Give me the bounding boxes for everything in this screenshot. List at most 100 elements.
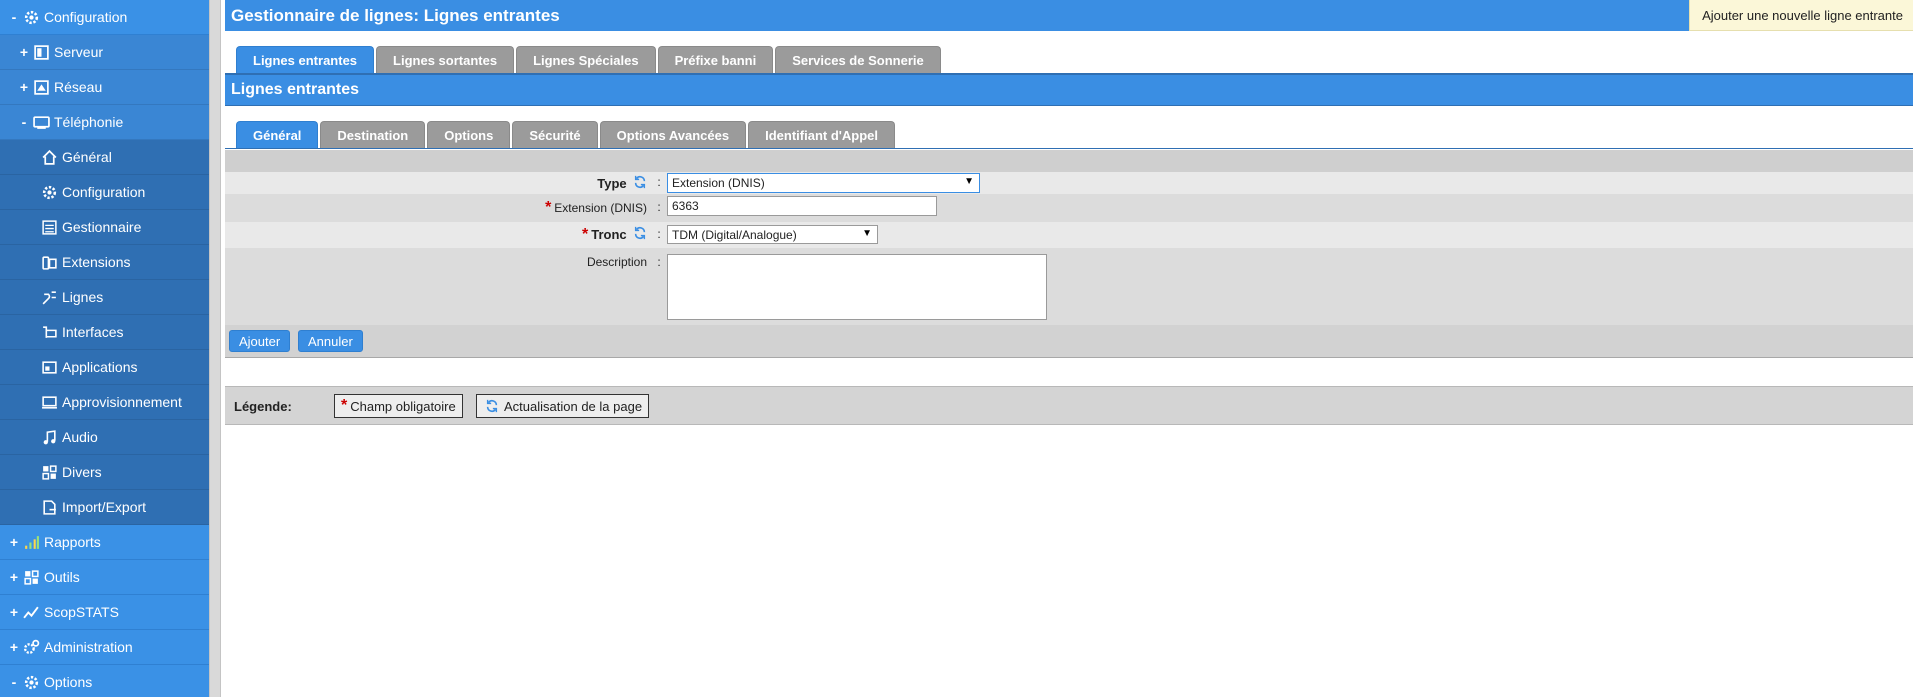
legend-title: Légende:: [234, 399, 292, 414]
sidebar-item-label: Gestionnaire: [62, 219, 142, 235]
sidebar-item-import-export[interactable]: Import/Export: [0, 490, 209, 525]
refresh-icon: [486, 399, 498, 413]
tab-prefixe-banni[interactable]: Préfixe banni: [657, 46, 774, 73]
required-mark: *: [341, 397, 348, 414]
tab-lignes-speciales[interactable]: Lignes Spéciales: [516, 46, 656, 73]
sidebar-item-label: Téléphonie: [54, 114, 124, 130]
sidebar-item-label: Rapports: [44, 534, 101, 550]
description-row: Description :: [225, 250, 1913, 324]
add-new-line-button[interactable]: Ajouter une nouvelle ligne entrante: [1689, 0, 1913, 31]
sidebar-item-gestionnaire[interactable]: Gestionnaire: [0, 210, 209, 245]
sidebar-item-rapports[interactable]: + Rapports: [0, 525, 209, 560]
sidebar-scrollbar[interactable]: [209, 0, 221, 697]
gear-icon: [40, 183, 58, 201]
refresh-icon: [634, 175, 646, 189]
sidebar-item-telephonie[interactable]: - Téléphonie: [0, 105, 209, 140]
top-tabs: Lignes entrantes Lignes sortantes Lignes…: [236, 46, 941, 73]
gear-icon: [22, 673, 40, 691]
admin-icon: [22, 638, 40, 656]
legend: Légende: * Champ obligatoire Actualisati…: [225, 386, 1913, 425]
tronc-label: Tronc: [591, 227, 627, 242]
sidebar-item-approvisionnement[interactable]: Approvisionnement: [0, 385, 209, 420]
file-export-icon: [40, 498, 58, 516]
sidebar-item-configuration[interactable]: - Configuration: [0, 0, 209, 35]
sidebar-item-options[interactable]: - Options: [0, 665, 209, 697]
sidebar-item-divers[interactable]: Divers: [0, 455, 209, 490]
description-textarea[interactable]: [667, 254, 1047, 320]
stats-icon: [22, 603, 40, 621]
form-actions: Ajouter Annuler: [225, 325, 1913, 358]
sub-tabs: Général Destination Options Sécurité Opt…: [236, 121, 895, 148]
expand-toggle[interactable]: +: [18, 79, 30, 95]
tab-lignes-entrantes[interactable]: Lignes entrantes: [236, 46, 375, 73]
sidebar-item-label: ScopSTATS: [44, 604, 119, 620]
sidebar-item-label: Audio: [62, 429, 98, 445]
tab-general[interactable]: Général: [236, 121, 319, 148]
sidebar-item-label: Options: [44, 674, 93, 690]
form-header-strip: [225, 150, 1913, 172]
collapse-toggle[interactable]: -: [8, 9, 20, 25]
expand-toggle[interactable]: +: [8, 534, 20, 550]
colon: :: [657, 255, 661, 269]
provisioning-icon: [40, 393, 58, 411]
legend-refresh: Actualisation de la page: [476, 394, 650, 418]
expand-toggle[interactable]: +: [8, 604, 20, 620]
description-label: Description: [586, 255, 647, 269]
tab-options-avancees[interactable]: Options Avancées: [599, 121, 747, 148]
divider: [225, 148, 1913, 149]
collapse-toggle[interactable]: -: [18, 114, 30, 130]
applications-icon: [40, 358, 58, 376]
network-icon: [32, 78, 50, 96]
cancel-button[interactable]: Annuler: [298, 330, 363, 352]
type-select[interactable]: Extension (DNIS) ▼: [667, 173, 980, 193]
sidebar-item-administration[interactable]: + Administration: [0, 630, 209, 665]
line-form: Type : Extension (DNIS) ▼ * Extension (DN…: [225, 150, 1913, 358]
page-title: Gestionnaire de lignes: Lignes entrantes: [225, 0, 1913, 31]
tab-services-de-sonnerie[interactable]: Services de Sonnerie: [775, 46, 941, 73]
sidebar-item-label: Import/Export: [62, 499, 147, 515]
sidebar-item-interfaces[interactable]: Interfaces: [0, 315, 209, 350]
section-title: Lignes entrantes: [225, 75, 1913, 106]
type-label: Type: [597, 176, 627, 191]
extension-row: * Extension (DNIS) : 6363: [225, 196, 1913, 220]
sidebar-item-label: Serveur: [54, 44, 104, 60]
sidebar-item-applications[interactable]: Applications: [0, 350, 209, 385]
sidebar-item-lignes[interactable]: Lignes: [0, 280, 209, 315]
tab-securite[interactable]: Sécurité: [512, 121, 598, 148]
tab-lignes-sortantes[interactable]: Lignes sortantes: [376, 46, 515, 73]
colon: :: [657, 227, 661, 241]
expand-toggle[interactable]: +: [8, 639, 20, 655]
tronc-select-value: TDM (Digital/Analogue): [672, 227, 797, 242]
sidebar-item-label: Général: [62, 149, 112, 165]
lines-icon: [40, 288, 58, 306]
tab-destination[interactable]: Destination: [320, 121, 426, 148]
sidebar-item-label: Applications: [62, 359, 138, 375]
tools-icon: [22, 568, 40, 586]
sidebar-item-audio[interactable]: Audio: [0, 420, 209, 455]
music-note-icon: [40, 428, 58, 446]
sidebar-item-general[interactable]: Général: [0, 140, 209, 175]
sidebar-item-scopstats[interactable]: + ScopSTATS: [0, 595, 209, 630]
sidebar-item-serveur[interactable]: + Serveur: [0, 35, 209, 70]
sidebar-item-outils[interactable]: + Outils: [0, 560, 209, 595]
sidebar-item-label: Configuration: [62, 184, 146, 200]
sidebar-item-reseau[interactable]: + Réseau: [0, 70, 209, 105]
collapse-toggle[interactable]: -: [8, 674, 20, 690]
extension-input[interactable]: 6363: [667, 196, 937, 216]
expand-toggle[interactable]: +: [8, 569, 20, 585]
sidebar-item-extensions[interactable]: Extensions: [0, 245, 209, 280]
phone-icon: [40, 253, 58, 271]
sidebar-item-label: Administration: [44, 639, 133, 655]
legend-refresh-label: Actualisation de la page: [504, 398, 643, 414]
expand-toggle[interactable]: +: [18, 44, 30, 60]
sidebar-item-label: Outils: [44, 569, 80, 585]
type-row: Type : Extension (DNIS) ▼: [225, 172, 1913, 194]
sidebar: - Configuration + Serveur + Réseau - Tél…: [0, 0, 209, 697]
legend-required: * Champ obligatoire: [334, 394, 463, 418]
sidebar-item-configuration-sub[interactable]: Configuration: [0, 175, 209, 210]
add-button[interactable]: Ajouter: [229, 330, 291, 352]
tab-options[interactable]: Options: [427, 121, 511, 148]
tronc-select[interactable]: TDM (Digital/Analogue) ▼: [667, 225, 878, 244]
required-mark: *: [545, 199, 552, 216]
tab-identifiant-appel[interactable]: Identifiant d'Appel: [748, 121, 895, 148]
